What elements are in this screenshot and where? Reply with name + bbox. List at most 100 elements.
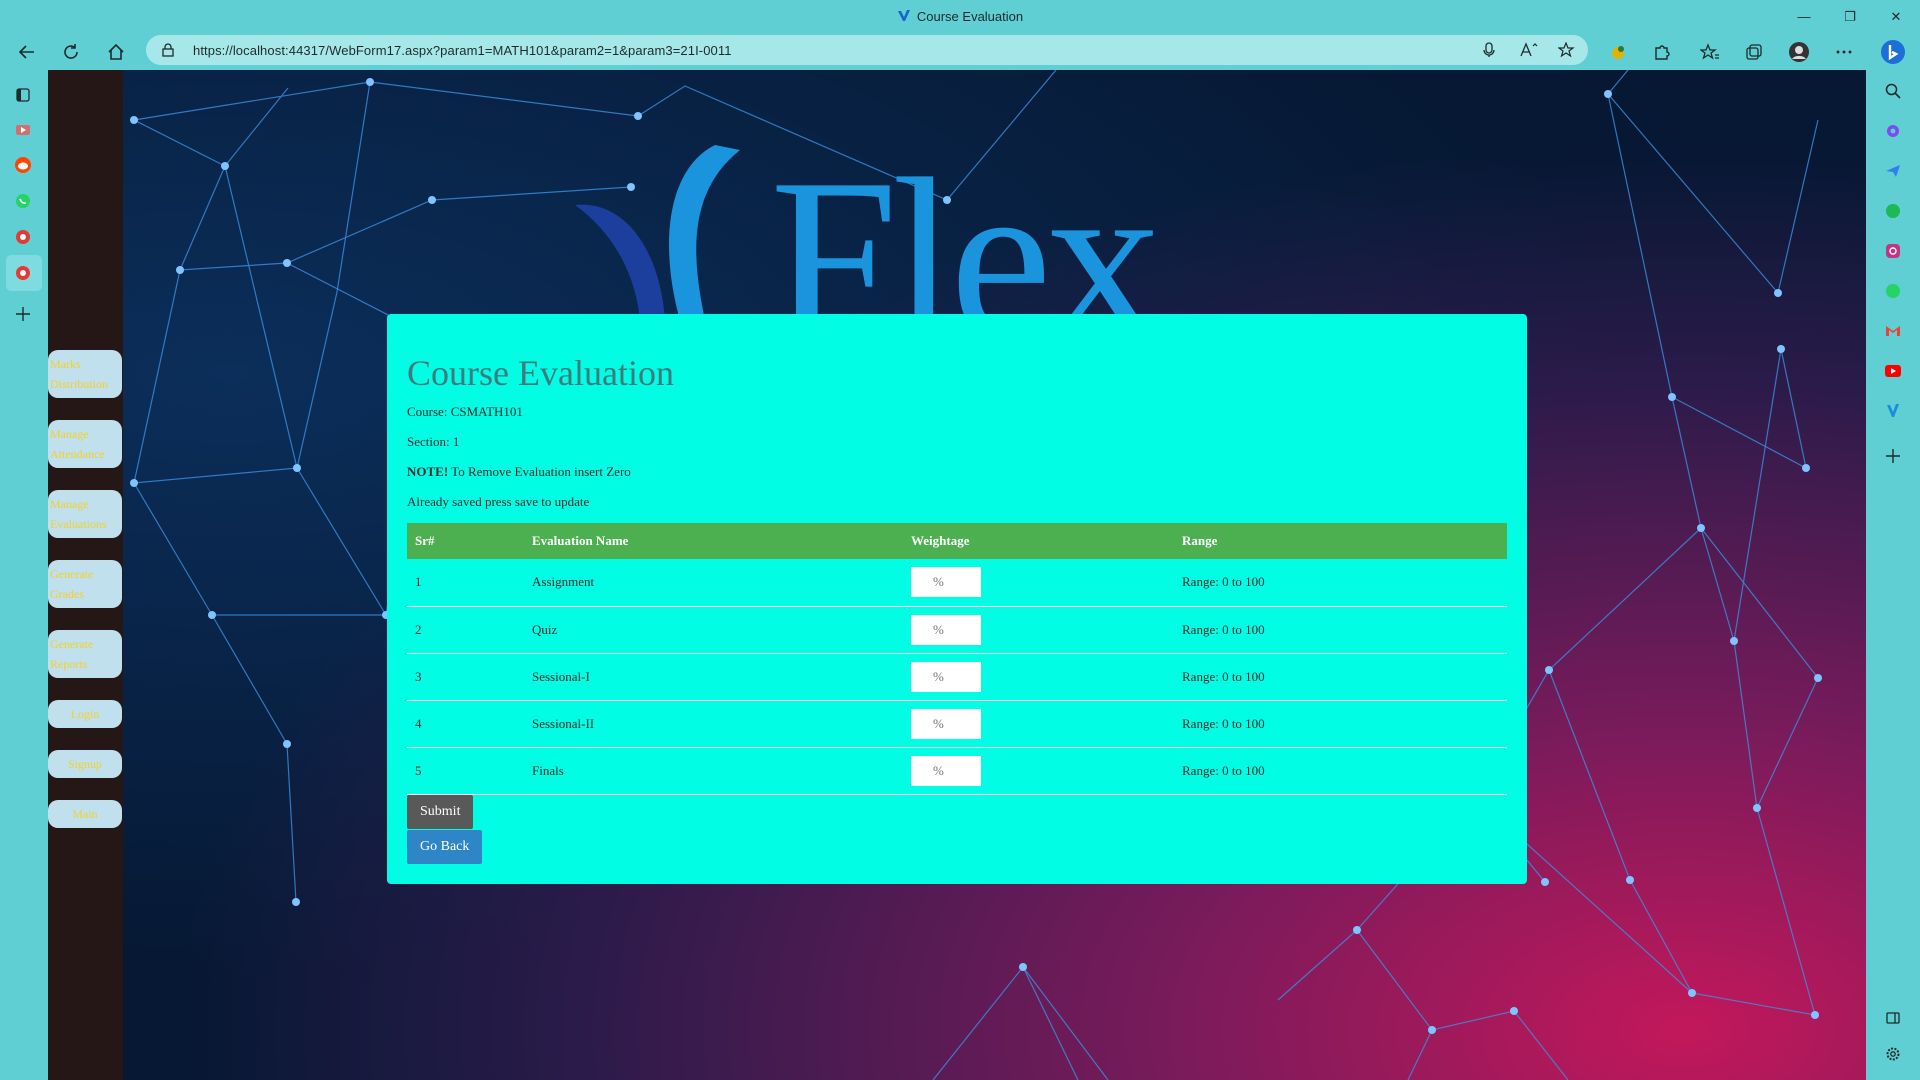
collections-icon[interactable] <box>1739 37 1769 67</box>
restore-button[interactable]: ❐ <box>1827 0 1873 33</box>
flex-logo-mark <box>575 145 740 320</box>
spotify-icon[interactable] <box>1883 201 1903 221</box>
row-range: Range: 0 to 100 <box>1174 559 1507 607</box>
table-header-row: Sr# Evaluation Name Weightage Range <box>407 523 1507 559</box>
note-line: NOTE! To Remove Evaluation insert Zero <box>407 464 631 480</box>
row-weightage-cell <box>903 700 1174 748</box>
header-evaluation-name: Evaluation Name <box>524 523 903 559</box>
reddit-tab-icon[interactable] <box>12 154 34 176</box>
add-favorite-icon[interactable] <box>1558 42 1576 58</box>
table-row: 5 Finals Range: 0 to 100 <box>407 747 1507 795</box>
send-icon[interactable] <box>1883 161 1903 181</box>
profile-avatar-icon[interactable] <box>1784 37 1814 67</box>
row-range: Range: 0 to 100 <box>1174 653 1507 701</box>
refresh-icon[interactable] <box>56 37 86 67</box>
header-range: Range <box>1174 523 1507 559</box>
row-weightage-cell <box>903 559 1174 607</box>
row-weightage-cell <box>903 653 1174 701</box>
nav-signup-button[interactable]: Signup <box>48 750 122 778</box>
bing-copilot-icon[interactable] <box>1880 39 1906 65</box>
weightage-input-finals[interactable] <box>911 755 981 786</box>
row-range: Range: 0 to 100 <box>1174 747 1507 795</box>
browser-toolbar: https://localhost:44317/WebForm17.aspx?p… <box>0 33 1920 70</box>
microphone-icon[interactable] <box>1482 42 1496 58</box>
app-logo-sidebar-icon[interactable] <box>1883 401 1903 421</box>
row-sr: 1 <box>407 559 524 607</box>
header-weightage: Weightage <box>903 523 1174 559</box>
read-aloud-icon[interactable] <box>1520 42 1538 58</box>
whatsapp-icon[interactable] <box>1883 281 1903 301</box>
row-sr: 3 <box>407 653 524 701</box>
row-range: Range: 0 to 100 <box>1174 700 1507 748</box>
lock-icon <box>162 43 174 57</box>
browser-left-sidebar <box>0 70 48 1080</box>
row-sr: 4 <box>407 700 524 748</box>
nav-generate-grades-button[interactable]: Generate Grades <box>48 560 122 608</box>
window-title-text: Course Evaluation <box>916 9 1024 24</box>
flex-logo-text: Flex <box>770 140 1161 321</box>
search-icon[interactable] <box>1883 81 1903 101</box>
status-line: Already saved press save to update <box>407 494 590 509</box>
note-text: To Remove Evaluation insert Zero <box>448 464 631 479</box>
row-evaluation-name: Sessional-II <box>524 700 903 748</box>
note-label: NOTE! <box>407 464 449 479</box>
row-evaluation-name: Quiz <box>524 606 903 654</box>
table-row: 4 Sessional-II Range: 0 to 100 <box>407 700 1507 748</box>
tab-actions-icon[interactable] <box>12 84 34 106</box>
back-arrow-icon[interactable] <box>12 37 42 67</box>
more-options-icon[interactable] <box>1829 37 1859 67</box>
table-row: 2 Quiz Range: 0 to 100 <box>407 606 1507 654</box>
extension-icon[interactable] <box>1603 37 1633 67</box>
flex-logo: Flex <box>565 140 1285 320</box>
extensions-puzzle-icon[interactable] <box>1647 37 1677 67</box>
course-line: Course: CSMATH101 <box>407 404 523 419</box>
app-logo-icon <box>897 10 910 21</box>
row-evaluation-name: Assignment <box>524 559 903 607</box>
url-text[interactable]: https://localhost:44317/WebForm17.aspx?p… <box>193 43 732 58</box>
table-row: 3 Sessional-I Range: 0 to 100 <box>407 653 1507 701</box>
hide-sidebar-icon[interactable] <box>1883 1008 1903 1028</box>
instagram-icon[interactable] <box>1883 241 1903 261</box>
youtube-tab-icon[interactable] <box>12 119 34 141</box>
shopping-icon[interactable] <box>1883 121 1903 141</box>
whatsapp-tab-icon[interactable] <box>12 190 34 212</box>
weightage-input-assignment[interactable] <box>911 567 981 598</box>
row-weightage-cell <box>903 747 1174 795</box>
minimize-button[interactable]: — <box>1781 0 1827 33</box>
weightage-input-sessional-2[interactable] <box>911 708 981 739</box>
browser-right-sidebar <box>1866 33 1920 1080</box>
close-button[interactable]: ✕ <box>1873 0 1919 33</box>
title-bar: Course Evaluation — ❐ ✕ <box>0 0 1920 33</box>
row-evaluation-name: Finals <box>524 747 903 795</box>
section-line: Section: 1 <box>407 434 460 449</box>
course-evaluation-panel: Course Evaluation Course: CSMATH101 Sect… <box>387 314 1527 884</box>
go-back-button[interactable]: Go Back <box>407 830 483 864</box>
home-icon[interactable] <box>101 37 131 67</box>
row-sr: 2 <box>407 606 524 654</box>
nav-manage-evaluations-button[interactable]: Manage Evaluations <box>48 490 122 538</box>
nav-marks-distribution-button[interactable]: Marks Distribution <box>48 350 122 398</box>
header-sr: Sr# <box>407 523 524 559</box>
weightage-input-quiz[interactable] <box>911 614 981 645</box>
address-bar[interactable]: https://localhost:44317/WebForm17.aspx?p… <box>146 35 1588 65</box>
nav-main-button[interactable]: Main <box>48 800 122 828</box>
new-tab-plus-icon[interactable] <box>12 303 34 325</box>
weightage-input-sessional-1[interactable] <box>911 661 981 692</box>
window-title: Course Evaluation <box>0 9 1920 24</box>
nav-login-button[interactable]: Login <box>48 700 122 728</box>
record-tab-icon[interactable] <box>12 226 34 248</box>
nav-manage-attendance-button[interactable]: Manage Attendance <box>48 420 122 468</box>
submit-button[interactable]: Submit <box>407 795 474 829</box>
youtube-icon[interactable] <box>1883 361 1903 381</box>
nav-generate-reports-button[interactable]: Generate Reports <box>48 630 122 678</box>
table-row: 1 Assignment Range: 0 to 100 <box>407 559 1507 607</box>
favorites-icon[interactable] <box>1695 37 1725 67</box>
record-tab-active-icon[interactable] <box>12 262 34 284</box>
gmail-icon[interactable] <box>1883 321 1903 341</box>
row-range: Range: 0 to 100 <box>1174 606 1507 654</box>
evaluation-table: Sr# Evaluation Name Weightage Range 1 As… <box>407 523 1507 795</box>
row-evaluation-name: Sessional-I <box>524 653 903 701</box>
add-sidebar-app-icon[interactable] <box>1883 446 1903 466</box>
row-weightage-cell <box>903 606 1174 654</box>
settings-gear-icon[interactable] <box>1883 1044 1903 1064</box>
